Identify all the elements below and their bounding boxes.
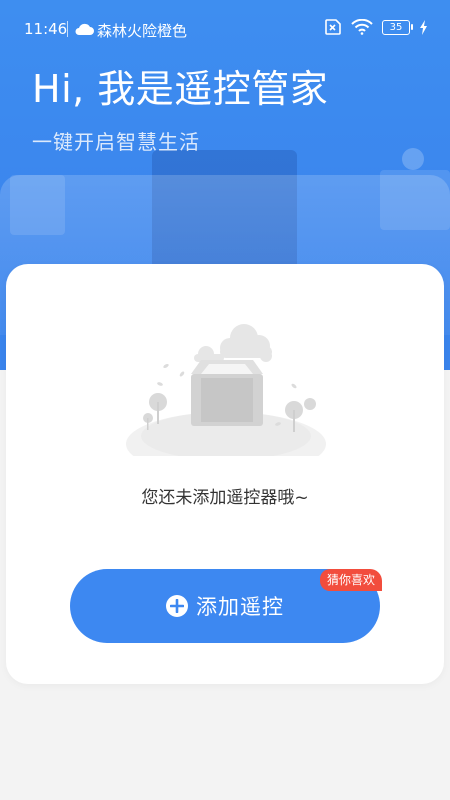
hero-subtitle: 一键开启智慧生活 xyxy=(32,130,200,154)
wifi-icon xyxy=(351,19,373,35)
status-bar: 11:46 森林火险橙色 35 xyxy=(0,0,450,60)
weather-cloud-icon xyxy=(75,23,94,35)
weather-alert-text: 森林火险橙色 xyxy=(97,22,188,40)
hero-bg-lamp xyxy=(402,148,424,170)
remote-list-card: 您还未添加遥控器哦~ 添加遥控 猜你喜欢 xyxy=(6,264,444,684)
battery-level: 35 xyxy=(389,21,403,33)
battery-icon: 35 xyxy=(382,19,413,35)
status-time: 11:46 xyxy=(24,20,68,38)
hero-greeting: Hi, 我是遥控管家 xyxy=(32,67,329,111)
empty-box-illustration xyxy=(126,324,326,456)
status-icons: 35 xyxy=(324,19,428,35)
guess-you-like-badge[interactable]: 猜你喜欢 xyxy=(320,569,383,591)
hero-bg-nightstand xyxy=(380,170,450,230)
empty-state-message: 您还未添加遥控器哦~ xyxy=(141,488,309,508)
sim-x-icon xyxy=(325,19,341,35)
status-separator xyxy=(67,21,68,37)
hero-bg-nightstand xyxy=(10,175,65,235)
charging-icon xyxy=(420,19,427,35)
plus-circle-icon xyxy=(166,595,188,617)
add-remote-label: 添加遥控 xyxy=(196,595,284,619)
